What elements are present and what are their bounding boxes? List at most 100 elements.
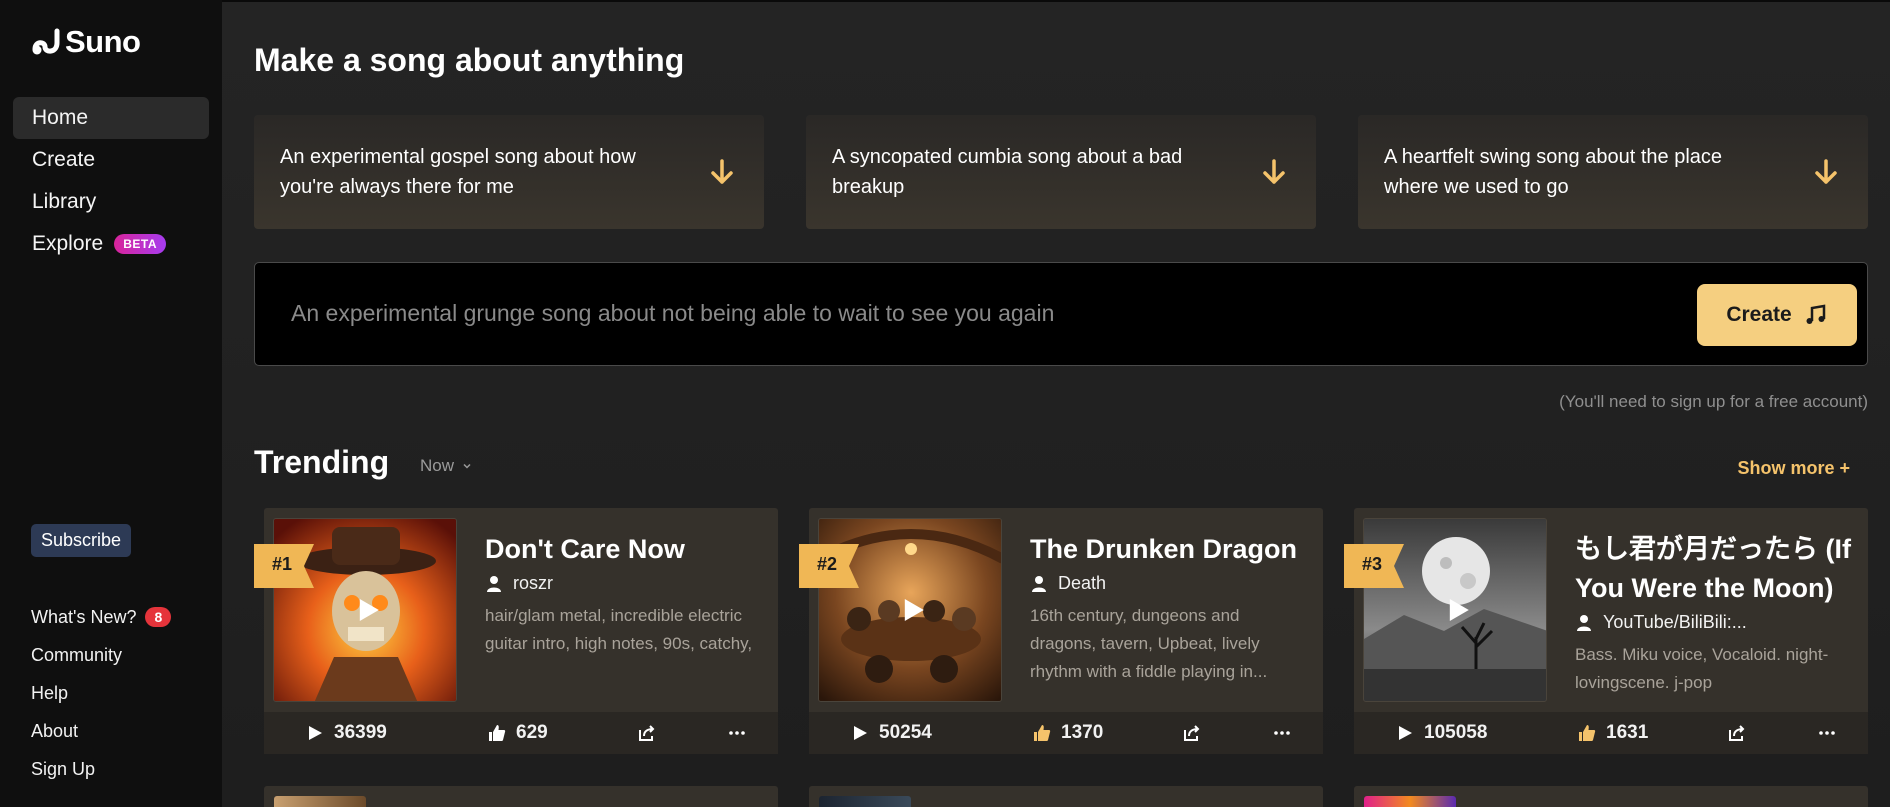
song-prompt-input[interactable]	[291, 293, 1591, 333]
create-button[interactable]: Create	[1697, 284, 1857, 346]
share-icon[interactable]	[1728, 724, 1746, 742]
song-card: #1 Don't Care Now roszr hair/glam metal,…	[254, 508, 778, 754]
play-icon	[309, 726, 322, 740]
prompt-card[interactable]: A syncopated cumbia song about a bad bre…	[806, 115, 1316, 229]
play-icon	[1399, 726, 1412, 740]
song-title[interactable]: もし君が月だったら (If You Were the Moon)	[1575, 530, 1855, 608]
nav-item-create[interactable]: Create	[13, 139, 209, 181]
show-more-link[interactable]: Show more +	[1737, 458, 1850, 479]
signup-note: (You'll need to sign up for a free accou…	[1559, 392, 1868, 411]
user-icon	[1577, 614, 1591, 631]
song-cover[interactable]	[274, 796, 366, 807]
play-icon	[904, 599, 924, 621]
song-title[interactable]: The Drunken Dragon	[1030, 530, 1310, 569]
link-label: What's New?	[31, 606, 137, 627]
logo[interactable]: Suno	[31, 24, 141, 60]
link-help[interactable]: Help	[31, 674, 171, 712]
song-tags: hair/glam metal, incredible electric gui…	[485, 606, 753, 653]
song-card: #3 もし君が月だったら (If You Were the Moon) YouT…	[1344, 508, 1868, 754]
trending-song-list: #1 Don't Care Now roszr hair/glam metal,…	[254, 508, 1868, 754]
song-info: The Drunken Dragon Death 16th century, d…	[1030, 530, 1310, 686]
logo-text: Suno	[65, 24, 141, 59]
song-info: もし君が月だったら (If You Were the Moon) YouTube…	[1575, 530, 1855, 697]
song-card: #2 The Drunken Dragon Death 16th century…	[799, 508, 1323, 754]
like-count-value: 1370	[1061, 722, 1104, 743]
song-cover[interactable]	[1364, 796, 1456, 807]
like-count[interactable]: 629	[488, 722, 548, 744]
link-sign-up[interactable]: Sign Up	[31, 750, 171, 788]
song-author[interactable]: YouTube/BiliBili:...	[1575, 612, 1855, 633]
nav-item-explore[interactable]: Explore BETA	[13, 223, 209, 265]
user-icon	[1032, 575, 1046, 592]
prompt-text: An experimental gospel song about how yo…	[280, 146, 636, 198]
nav-item-label: Explore	[32, 232, 104, 255]
more-icon[interactable]	[1273, 724, 1291, 742]
link-about[interactable]: About	[31, 712, 171, 750]
nav-item-label: Library	[32, 190, 97, 213]
filter-label: Now	[420, 456, 455, 475]
thumbs-up-icon	[489, 725, 506, 741]
trending-title: Trending	[254, 444, 390, 480]
play-count-value: 105058	[1424, 722, 1488, 743]
more-icon[interactable]	[1818, 724, 1836, 742]
arrow-down-icon	[1263, 159, 1285, 184]
like-count[interactable]: 1370	[1033, 722, 1103, 744]
link-label: Community	[31, 644, 123, 665]
prompt-text: A heartfelt swing song about the place w…	[1384, 146, 1723, 198]
author-name: YouTube/BiliBili:...	[1603, 612, 1747, 632]
nav-item-library[interactable]: Library	[13, 181, 209, 223]
share-icon[interactable]	[638, 724, 656, 742]
music-note-icon	[1806, 304, 1825, 324]
nav-item-home[interactable]: Home	[13, 97, 209, 139]
play-count[interactable]: 105058	[1396, 722, 1487, 744]
prompt-card[interactable]: An experimental gospel song about how yo…	[254, 115, 764, 229]
chevron-down-icon	[463, 463, 471, 469]
play-count[interactable]: 36399	[306, 722, 387, 744]
rank-label: #1	[272, 554, 293, 574]
main-nav: Home Create Library Explore BETA	[13, 97, 209, 265]
subscribe-button[interactable]: Subscribe	[31, 524, 132, 557]
rank-label: #2	[817, 554, 838, 574]
play-count[interactable]: 50254	[851, 722, 932, 744]
thumbs-up-icon	[1579, 725, 1596, 741]
suno-logo-icon	[32, 28, 60, 55]
song-actions-bar: 105058 1631	[1354, 712, 1868, 754]
song-author[interactable]: roszr	[485, 573, 765, 594]
like-count[interactable]: 1631	[1578, 722, 1648, 744]
create-button-label: Create	[1726, 303, 1792, 326]
play-icon	[1449, 599, 1469, 621]
share-icon[interactable]	[1183, 724, 1201, 742]
play-icon	[359, 599, 379, 621]
play-count-value: 36399	[334, 722, 387, 743]
time-filter-dropdown[interactable]: Now	[420, 456, 472, 476]
page-title: Make a song about anything	[254, 42, 685, 78]
user-icon	[487, 575, 501, 592]
song-author[interactable]: Death	[1030, 573, 1310, 594]
song-card	[264, 786, 778, 807]
link-label: About	[31, 720, 79, 741]
link-whats-new[interactable]: What's New? 8	[31, 598, 172, 636]
author-name: roszr	[513, 573, 553, 593]
like-count-value: 629	[516, 722, 548, 743]
link-community[interactable]: Community	[31, 636, 171, 674]
next-song-row	[264, 786, 1868, 807]
prompt-card[interactable]: A heartfelt swing song about the place w…	[1358, 115, 1868, 229]
like-count-value: 1631	[1606, 722, 1649, 743]
more-icon[interactable]	[728, 724, 746, 742]
prompt-text: A syncopated cumbia song about a bad bre…	[832, 146, 1183, 198]
song-prompt-box: Create	[254, 262, 1868, 366]
prompt-suggestions: An experimental gospel song about how yo…	[254, 115, 1868, 229]
song-tags: 16th century, dungeons and dragons, tave…	[1030, 606, 1268, 681]
footer-links: What's New? 8 Community Help About Sign …	[31, 598, 172, 788]
song-cover[interactable]	[819, 796, 911, 807]
link-label: Sign Up	[31, 758, 96, 779]
notification-badge: 8	[145, 607, 172, 627]
rank-label: #3	[1362, 554, 1383, 574]
song-title[interactable]: Don't Care Now	[485, 530, 765, 569]
song-actions-bar: 36399 629	[264, 712, 778, 754]
song-tags: Bass. Miku voice, Vocaloid. night-loving…	[1575, 645, 1829, 692]
link-label: Help	[31, 682, 69, 703]
nav-item-label: Create	[32, 148, 96, 171]
play-count-value: 50254	[879, 722, 932, 743]
sidebar: Suno Home Create Library Explore BETA Su…	[0, 0, 222, 807]
